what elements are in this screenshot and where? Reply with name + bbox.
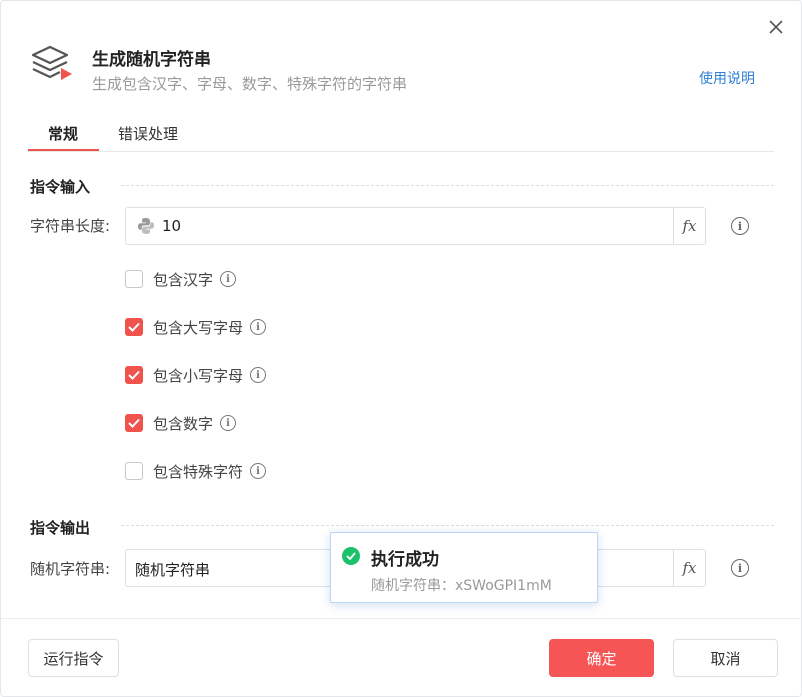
input-section-title: 指令输入 <box>30 178 91 196</box>
dialog-title: 生成随机字符串 <box>92 50 211 70</box>
length-value: 10 <box>162 217 182 235</box>
dialog-subtitle: 生成包含汉字、字母、数字、特殊字符的字符串 <box>92 75 408 93</box>
checkbox-chinese[interactable] <box>125 270 143 288</box>
option-label: 包含汉字 <box>153 270 214 289</box>
python-icon <box>138 218 154 234</box>
output-value: 随机字符串 <box>135 561 211 579</box>
output-section-title: 指令输出 <box>30 519 91 537</box>
close-icon[interactable] <box>766 17 786 37</box>
success-icon <box>342 547 360 565</box>
option-chinese[interactable]: 包含汉字 i <box>125 269 237 289</box>
section-divider <box>121 525 774 526</box>
info-icon[interactable]: i <box>250 463 267 479</box>
toast-title: 执行成功 <box>371 550 439 570</box>
option-lowercase[interactable]: 包含小写字母 i <box>125 365 267 385</box>
run-command-button[interactable]: 运行指令 <box>28 639 119 677</box>
help-link[interactable]: 使用说明 <box>699 68 755 88</box>
option-label: 包含数字 <box>153 414 214 433</box>
output-label: 随机字符串: <box>30 560 111 578</box>
tab-general[interactable]: 常规 <box>27 123 100 151</box>
footer-divider <box>1 618 801 619</box>
checkbox-digits[interactable] <box>125 414 143 432</box>
layers-play-icon <box>31 45 72 80</box>
info-icon[interactable]: i <box>731 217 749 235</box>
tab-bar: 常规 错误处理 <box>27 119 774 152</box>
checkbox-special[interactable] <box>125 462 143 480</box>
option-label: 包含大写字母 <box>153 318 244 337</box>
info-icon[interactable]: i <box>731 559 749 577</box>
info-icon[interactable]: i <box>250 319 267 335</box>
checkbox-uppercase[interactable] <box>125 318 143 336</box>
option-digits[interactable]: 包含数字 i <box>125 413 237 433</box>
tab-error-handling[interactable]: 错误处理 <box>118 123 178 144</box>
check-icon <box>128 418 140 428</box>
info-icon[interactable]: i <box>220 271 237 287</box>
fx-button[interactable]: fx <box>673 550 705 586</box>
info-icon[interactable]: i <box>250 367 267 383</box>
check-icon <box>128 322 140 332</box>
success-toast: 执行成功 随机字符串：xSWoGPI1mM <box>330 532 598 603</box>
fx-button[interactable]: fx <box>673 208 705 244</box>
cancel-button[interactable]: 取消 <box>673 639 778 677</box>
info-icon[interactable]: i <box>220 415 237 431</box>
confirm-button[interactable]: 确定 <box>549 639 654 677</box>
checkbox-lowercase[interactable] <box>125 366 143 384</box>
length-field[interactable]: 10 fx <box>125 207 706 245</box>
length-label: 字符串长度: <box>30 217 111 235</box>
section-divider <box>121 185 774 186</box>
option-special[interactable]: 包含特殊字符 i <box>125 461 267 481</box>
option-uppercase[interactable]: 包含大写字母 i <box>125 317 267 337</box>
option-label: 包含特殊字符 <box>153 462 244 481</box>
check-icon <box>128 370 140 380</box>
toast-message: 随机字符串：xSWoGPI1mM <box>371 578 552 594</box>
dialog: 生成随机字符串 生成包含汉字、字母、数字、特殊字符的字符串 使用说明 常规 错误… <box>0 0 802 697</box>
option-label: 包含小写字母 <box>153 366 244 385</box>
